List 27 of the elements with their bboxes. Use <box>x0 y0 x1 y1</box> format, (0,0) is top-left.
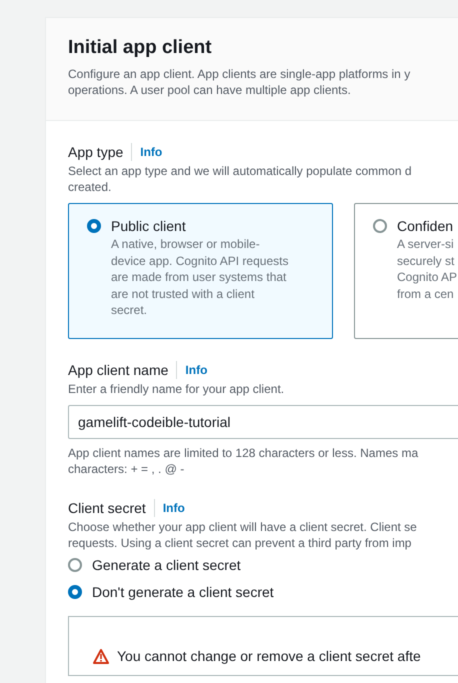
alert-text: You cannot change or remove a client secret afte <box>117 648 421 664</box>
radio-label[interactable]: Don't generate a client secret <box>92 584 274 600</box>
app-type-card[interactable]: Confiden A server-si securely st Cognito AP from a cen <box>354 203 458 339</box>
section-title: Initial app client <box>68 37 213 59</box>
app-type-card[interactable]: Public client A native, browser or mobile- device app. Cognito API requests are made from user systems that are not trusted with a client secret. <box>68 203 333 339</box>
field-label: App client name <box>68 361 168 379</box>
field-label: App type <box>68 143 124 161</box>
radio-button[interactable] <box>68 585 82 599</box>
field-description: Select an app type and we will automatically populate common d created. <box>68 163 413 195</box>
option-title: Confiden <box>397 217 454 235</box>
field-description: Choose whether your app client will have a client secret. Client se requests. Using a client secret can prevent a third party from imp <box>68 519 418 551</box>
info-link[interactable]: Info <box>140 145 162 159</box>
info-link[interactable]: Info <box>162 501 185 515</box>
option-title: Public client <box>111 217 187 235</box>
radio-button[interactable] <box>68 558 82 572</box>
field-description: Enter a friendly name for your app client. <box>68 381 286 397</box>
radio-button[interactable] <box>373 219 387 233</box>
radio-button[interactable] <box>87 219 101 233</box>
option-description: A native, browser or mobile- device app. Cognito API requests are made from user systems that are not trusted with a client secret. <box>111 236 288 318</box>
field-label: Client secret <box>68 499 146 517</box>
input-field[interactable]: gamelift-codeible-tutorial <box>68 405 458 439</box>
warning-icon <box>93 648 109 664</box>
radio-label[interactable]: Generate a client secret <box>92 557 241 573</box>
option-description: A server-si securely st Cognito AP from a cen <box>397 236 458 302</box>
section-description: Configure an app client. App clients are single-app platforms in y operations. A user pool can have multiple app clients. <box>68 66 412 98</box>
constraint-text: App client names are limited to 128 characters or less. Names ma characters: + = , . @ - <box>68 445 420 477</box>
info-link[interactable]: Info <box>185 363 208 377</box>
